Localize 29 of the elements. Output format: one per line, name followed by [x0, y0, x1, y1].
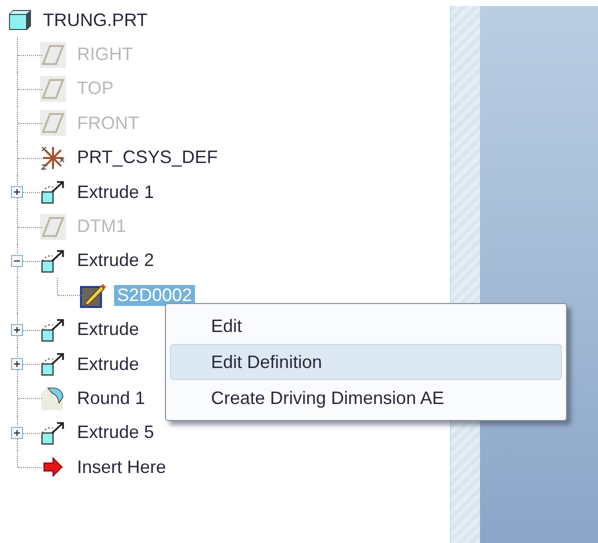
extrude-icon [40, 316, 66, 343]
tree-item[interactable]: Insert Here [74, 456, 170, 478]
plane-icon [40, 76, 66, 102]
menu-item[interactable]: Edit Definition [170, 344, 562, 380]
expand-toggle[interactable] [11, 426, 23, 439]
tree-item[interactable]: Extrude 5 [74, 422, 158, 444]
tree-item[interactable]: PRT_CSYS_DEF [74, 147, 221, 168]
expand-toggle[interactable] [11, 358, 23, 370]
collapse-toggle[interactable] [11, 254, 23, 267]
tree-item[interactable]: TRUNG.PRT [40, 10, 151, 31]
coordinate-system-icon [40, 144, 66, 171]
extrude-icon [40, 179, 66, 206]
extrude-icon [40, 248, 66, 274]
plane-icon [40, 42, 66, 68]
tree-item[interactable]: Extrude 1 [74, 182, 158, 203]
extrude-icon [40, 351, 66, 378]
expand-toggle[interactable] [11, 186, 23, 198]
plane-icon [40, 214, 66, 240]
tree-item[interactable]: Extrude 2 [74, 250, 158, 272]
part-icon [8, 9, 32, 32]
menu-item[interactable]: Edit [170, 308, 562, 344]
tree-item[interactable]: Round 1 [74, 388, 148, 409]
tree-item[interactable]: Extrude [74, 354, 142, 375]
tree-item[interactable]: Extrude [74, 319, 142, 340]
plane-icon [40, 110, 66, 136]
menu-item[interactable]: Create Driving Dimension AE [170, 380, 562, 416]
expand-toggle[interactable] [11, 324, 23, 336]
round-icon [40, 385, 66, 412]
extrude-icon [40, 420, 66, 446]
